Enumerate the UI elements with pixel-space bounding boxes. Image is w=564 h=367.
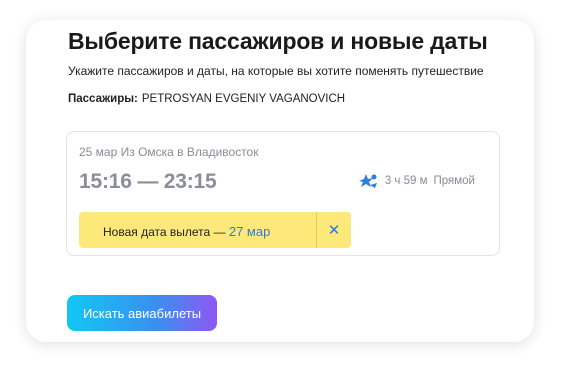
page-subtitle: Укажите пассажиров и даты, на которые вы… (68, 64, 484, 78)
flight-card: 25 мар Из Омска в Владивосток 15:16 — 23… (66, 131, 500, 256)
flight-meta: 3 ч 59 м Прямой (357, 172, 475, 190)
new-date-label: Новая дата вылета — (103, 225, 226, 239)
airline-logo-icon (357, 172, 379, 190)
new-date-text: Новая дата вылета — 27 мар (103, 224, 270, 239)
flight-type: Прямой (433, 175, 476, 187)
passengers-label: Пассажиры: (68, 93, 138, 105)
flight-route: 25 мар Из Омска в Владивосток (79, 145, 259, 159)
close-icon[interactable]: ✕ (317, 212, 351, 248)
new-date-banner[interactable]: Новая дата вылета — 27 мар ✕ (79, 212, 351, 248)
flight-duration: 3 ч 59 м (384, 175, 428, 187)
passenger-names: PETROSYAN EVGENIY VAGANOVICH (141, 93, 346, 105)
flight-times: 15:16 — 23:15 (79, 170, 217, 193)
page-title: Выберите пассажиров и новые даты (68, 28, 488, 54)
search-tickets-button[interactable]: Искать авиабилеты (67, 295, 217, 331)
new-date-link[interactable]: 27 мар (229, 224, 270, 239)
passengers-row: Пассажиры: PETROSYAN EVGENIY VAGANOVICH (68, 93, 345, 105)
